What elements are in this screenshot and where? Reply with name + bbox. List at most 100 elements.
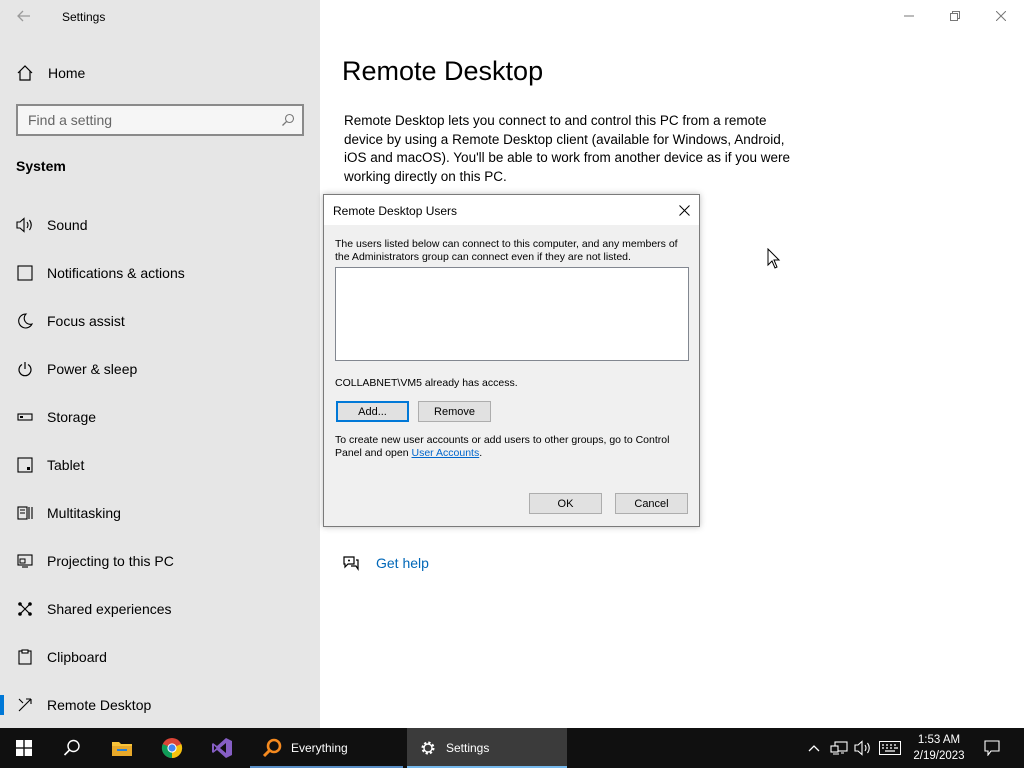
- remote-desktop-icon: [16, 696, 34, 714]
- minimize-button[interactable]: [886, 0, 932, 32]
- close-button[interactable]: [978, 0, 1024, 32]
- taskbar: Everything Settings 1:53 AM 2/19/2023: [0, 728, 1024, 768]
- info-text: To create new user accounts or add users…: [335, 434, 670, 459]
- taskbar-visual-studio[interactable]: [198, 728, 246, 768]
- ok-button[interactable]: OK: [529, 493, 602, 514]
- dialog-close-button[interactable]: [671, 197, 697, 223]
- taskbar-search-button[interactable]: [48, 728, 96, 768]
- clipboard-icon: [16, 648, 34, 666]
- sidebar-item-shared-experiences[interactable]: Shared experiences: [0, 585, 320, 633]
- chrome-icon: [161, 738, 183, 759]
- sidebar-item-label: Multitasking: [47, 505, 121, 521]
- sidebar-item-label: Projecting to this PC: [47, 553, 174, 569]
- sidebar-item-projecting[interactable]: Projecting to this PC: [0, 537, 320, 585]
- clock-time: 1:53 AM: [917, 734, 961, 746]
- action-center-button[interactable]: [978, 728, 1006, 768]
- dialog-title-bar: Remote Desktop Users: [324, 195, 699, 225]
- sidebar-item-label: Power & sleep: [47, 361, 138, 377]
- search-icon: [63, 739, 80, 756]
- sidebar-nav: Sound Notifications & actions Focus assi…: [0, 201, 320, 729]
- window-controls: [886, 0, 1024, 32]
- remove-button[interactable]: Remove: [418, 401, 491, 422]
- sidebar-item-notifications[interactable]: Notifications & actions: [0, 249, 320, 297]
- minimize-icon: [904, 15, 914, 17]
- page-description: Remote Desktop lets you connect to and c…: [344, 113, 791, 184]
- visual-studio-icon: [212, 738, 232, 758]
- multitasking-icon: [16, 504, 34, 522]
- info-end: .: [479, 447, 483, 459]
- sidebar-item-focus-assist[interactable]: Focus assist: [0, 297, 320, 345]
- sidebar-item-label: Notifications & actions: [47, 265, 185, 281]
- sidebar-item-label: Shared experiences: [47, 601, 172, 617]
- network-icon: [830, 741, 848, 755]
- help-chat-icon: [343, 556, 359, 571]
- sidebar-item-remote-desktop[interactable]: Remote Desktop: [0, 681, 320, 729]
- sidebar-item-sound[interactable]: Sound: [0, 201, 320, 249]
- sidebar-item-multitasking[interactable]: Multitasking: [0, 489, 320, 537]
- gear-icon: [421, 741, 435, 755]
- taskbar-clock[interactable]: 1:53 AM 2/19/2023: [906, 732, 972, 764]
- home-icon: [17, 65, 33, 81]
- volume-button[interactable]: [852, 728, 874, 768]
- keyboard-icon: [879, 741, 901, 755]
- shared-experiences-icon: [16, 600, 34, 618]
- mouse-cursor-icon: [767, 248, 781, 269]
- touch-keyboard-button[interactable]: [876, 728, 904, 768]
- sidebar-item-storage[interactable]: Storage: [0, 393, 320, 441]
- home-label: Home: [48, 65, 86, 81]
- search-input[interactable]: [28, 112, 274, 128]
- taskbar-app-label: Settings: [446, 741, 490, 755]
- search-box[interactable]: [16, 104, 304, 136]
- sidebar-item-power-sleep[interactable]: Power & sleep: [0, 345, 320, 393]
- title-bar: Settings: [0, 0, 320, 32]
- home-nav-item[interactable]: Home: [16, 62, 85, 84]
- taskbar-settings[interactable]: Settings: [407, 728, 567, 768]
- dialog-intro-text: The users listed below can connect to th…: [335, 238, 678, 263]
- dialog-title: Remote Desktop Users: [333, 204, 458, 218]
- start-button[interactable]: [0, 728, 48, 768]
- page-title: Remote Desktop: [342, 56, 544, 86]
- add-button[interactable]: Add...: [336, 401, 409, 422]
- get-help-link[interactable]: Get help: [342, 555, 429, 571]
- taskbar-everything[interactable]: Everything: [250, 728, 403, 768]
- speaker-icon: [854, 740, 870, 756]
- moon-icon: [16, 312, 34, 330]
- user-accounts-link[interactable]: User Accounts: [412, 447, 480, 459]
- sidebar-item-label: Storage: [47, 409, 97, 425]
- projecting-icon: [16, 552, 34, 570]
- windows-logo-icon: [16, 740, 32, 756]
- folder-icon: [112, 742, 132, 756]
- access-status-text: COLLABNET\VM5 already has access.: [335, 377, 518, 389]
- sidebar: Settings Home System Sound Notifications…: [0, 0, 320, 728]
- users-listbox[interactable]: [335, 267, 689, 361]
- chevron-up-icon: [808, 745, 820, 752]
- get-help-label[interactable]: Get help: [376, 555, 429, 571]
- sidebar-item-label: Tablet: [47, 457, 85, 473]
- taskbar-app-label: Everything: [291, 741, 348, 755]
- sidebar-item-tablet[interactable]: Tablet: [0, 441, 320, 489]
- speaker-icon: [16, 216, 34, 234]
- storage-icon: [16, 408, 34, 426]
- search-icon[interactable]: [274, 106, 302, 134]
- sidebar-item-label: Focus assist: [47, 313, 125, 329]
- restore-button[interactable]: [932, 0, 978, 32]
- clock-date: 2/19/2023: [913, 750, 965, 762]
- sidebar-item-label: Sound: [47, 217, 88, 233]
- power-icon: [16, 360, 34, 378]
- network-button[interactable]: [828, 728, 850, 768]
- sidebar-item-clipboard[interactable]: Clipboard: [0, 633, 320, 681]
- notification-icon: [16, 264, 34, 282]
- tablet-icon: [16, 456, 34, 474]
- cancel-button[interactable]: Cancel: [615, 493, 688, 514]
- taskbar-chrome[interactable]: [148, 728, 196, 768]
- sidebar-item-label: Remote Desktop: [47, 697, 152, 713]
- back-button[interactable]: [10, 4, 38, 28]
- everything-icon: [262, 738, 282, 758]
- app-title: Settings: [62, 10, 106, 24]
- dialog-info-text: To create new user accounts or add users…: [335, 434, 690, 460]
- close-icon: [678, 204, 690, 216]
- notification-icon: [984, 740, 1000, 756]
- remote-desktop-users-dialog: Remote Desktop Users The users listed be…: [323, 194, 700, 527]
- taskbar-file-explorer[interactable]: [98, 728, 146, 768]
- show-hidden-icons-button[interactable]: [804, 728, 824, 768]
